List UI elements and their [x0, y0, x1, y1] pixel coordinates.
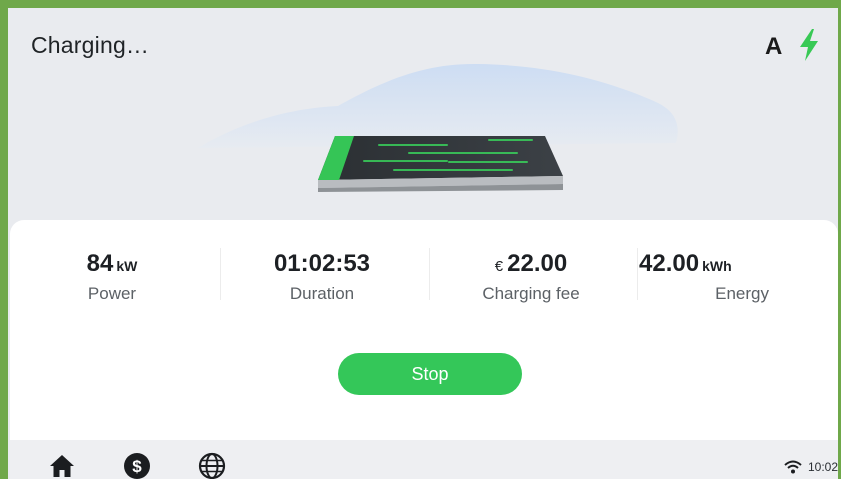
power-label: Power: [87, 284, 137, 303]
lightning-bolt-icon: [800, 29, 818, 61]
status-area: 10:02: [784, 460, 838, 474]
power-value: 84: [86, 250, 114, 277]
stat-duration: 01:02:53 Duration: [222, 250, 422, 304]
charging-screen: Charging… A 84 kW Power 01:02:53 Duratio…: [8, 8, 838, 479]
stat-charging-fee: €22.00 Charging fee: [431, 250, 631, 304]
currency-symbol: €: [494, 258, 504, 275]
stat-energy: 42.00 kWh Energy: [639, 250, 789, 304]
stat-power: 84 kW Power: [12, 250, 212, 304]
device-frame: Charging… A 84 kW Power 01:02:53 Duratio…: [0, 0, 841, 479]
duration-value: 01:02:53: [273, 250, 371, 277]
fee-label: Charging fee: [482, 284, 580, 303]
dollar-icon[interactable]: $: [123, 452, 151, 479]
energy-unit: kWh: [702, 258, 732, 274]
stat-divider: [637, 248, 638, 300]
mode-indicator: A: [765, 33, 783, 60]
stop-button[interactable]: Stop: [338, 353, 522, 395]
stat-divider: [220, 248, 221, 300]
globe-icon[interactable]: [198, 452, 226, 479]
charging-stats-panel: 84 kW Power 01:02:53 Duration €22.00 Char…: [10, 220, 838, 440]
fee-value: 22.00: [507, 250, 568, 277]
duration-label: Duration: [289, 284, 355, 303]
stat-divider: [429, 248, 430, 300]
svg-text:$: $: [132, 457, 142, 476]
page-title: Charging…: [31, 32, 150, 58]
home-icon[interactable]: [48, 452, 76, 479]
bottom-nav-bar: $ 10:02: [10, 440, 838, 479]
power-unit: kW: [116, 258, 138, 274]
clock-time: 10:02: [807, 460, 838, 474]
wifi-icon: [784, 460, 802, 474]
energy-label: Energy: [715, 284, 769, 303]
energy-value: 42.00: [639, 250, 700, 277]
vehicle-battery-illustration: [198, 63, 678, 192]
